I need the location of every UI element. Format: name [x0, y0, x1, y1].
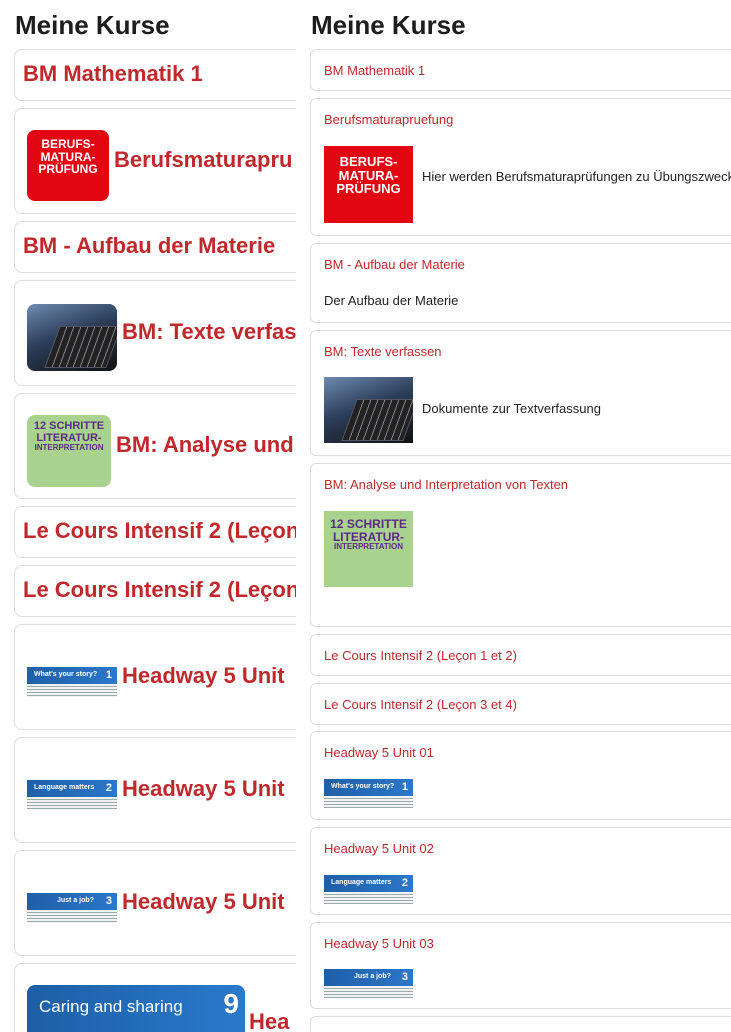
course-card[interactable]: Berufsmaturapruefung BERUFS- MATURA- PRÜ…	[310, 98, 731, 236]
course-title[interactable]: BM Mathematik 1	[324, 63, 425, 78]
course-card[interactable]: Le Cours Intensif 2 (Leçon 3 et 4)	[310, 683, 731, 725]
course-title[interactable]: Headway 5 Unit	[122, 889, 285, 915]
course-card[interactable]: Just a job? 3 Headway 5 Unit	[14, 850, 296, 956]
course-card[interactable]: Le Cours Intensif 2 (Leçon	[14, 506, 296, 558]
course-card[interactable]: BM - Aufbau der Materie	[14, 221, 296, 273]
course-overview-large: Meine Kurse BM Mathematik 1 BERUFS- MATU…	[0, 0, 296, 1032]
course-title[interactable]: BM: Analyse und	[116, 432, 294, 458]
course-title[interactable]: Headway 5 Unit 03	[324, 936, 434, 951]
course-description: Der Aufbau der Materie	[324, 293, 459, 308]
keyboard-image[interactable]	[27, 304, 117, 371]
course-description: Dokumente zur Textverfassung	[422, 401, 601, 416]
course-card[interactable]: Language matters 2 Headway 5 Unit	[14, 737, 296, 843]
headway-unit-3-image[interactable]: Just a job? 3	[324, 969, 413, 998]
literatur-image[interactable]: 12 SCHRITTE LITERATUR- INTERPRETATION	[27, 415, 111, 487]
course-card[interactable]: Headway 5 Unit 01 What's your story? 1	[310, 731, 731, 820]
course-title[interactable]: BM: Texte verfassen	[324, 344, 442, 359]
course-title[interactable]: BM - Aufbau der Materie	[23, 233, 275, 259]
course-overview-list: Meine Kurse BM Mathematik 1 Berufsmatura…	[296, 0, 731, 1032]
course-card[interactable]: Headway 5 Unit 03 Just a job? 3	[310, 922, 731, 1009]
course-card[interactable]: BM: Analyse und Interpretation von Texte…	[310, 463, 731, 627]
course-title[interactable]: BM: Analyse und Interpretation von Texte…	[324, 477, 568, 492]
course-card[interactable]: BM: Texte verfas	[14, 280, 296, 386]
headway-unit-2-image[interactable]: Language matters 2	[27, 780, 117, 810]
course-card[interactable]: 12 SCHRITTE LITERATUR- INTERPRETATION BM…	[14, 393, 296, 499]
course-title[interactable]: Le Cours Intensif 2 (Leçon 1 et 2)	[324, 648, 517, 663]
course-card[interactable]: BM Mathematik 1	[14, 49, 296, 101]
course-title[interactable]: BM: Texte verfas	[122, 319, 296, 345]
course-title[interactable]: Le Cours Intensif 2 (Leçon	[23, 518, 296, 544]
course-title[interactable]: Headway 5 Unit 02	[324, 841, 434, 856]
course-title[interactable]: Berufsmaturapru	[114, 147, 292, 173]
headway-unit-1-image[interactable]: What's your story? 1	[27, 667, 117, 697]
literatur-image[interactable]: 12 SCHRITTE LITERATUR- INTERPRETATION	[324, 511, 413, 587]
course-title[interactable]: Hea	[249, 1009, 289, 1032]
course-card[interactable]: BM Mathematik 1	[310, 49, 731, 91]
course-card[interactable]: Caring and sharing 9 Hea	[14, 963, 296, 1032]
course-title[interactable]: Berufsmaturapruefung	[324, 112, 453, 127]
headway-unit-2-image[interactable]: Language matters 2	[324, 875, 413, 904]
course-card[interactable]: BM: Texte verfassen Dokumente zur Textve…	[310, 330, 731, 456]
course-card[interactable]: Le Cours Intensif 2 (Leçon	[14, 565, 296, 617]
course-title[interactable]: Headway 5 Unit	[122, 663, 285, 689]
berufsmatura-image[interactable]: BERUFS- MATURA- PRÜFUNG	[324, 146, 413, 223]
course-title[interactable]: Headway 5 Unit	[122, 776, 285, 802]
course-title[interactable]: BM - Aufbau der Materie	[324, 257, 465, 272]
course-title[interactable]: Le Cours Intensif 2 (Leçon	[23, 577, 296, 603]
headway-unit-3-image[interactable]: Just a job? 3	[27, 893, 117, 923]
course-card[interactable]: What's your story? 1 Headway 5 Unit	[14, 624, 296, 730]
course-title[interactable]: Le Cours Intensif 2 (Leçon 3 et 4)	[324, 697, 517, 712]
course-card[interactable]: BM - Aufbau der Materie Der Aufbau der M…	[310, 243, 731, 323]
course-card[interactable]: BERUFS- MATURA- PRÜFUNG Berufsmaturapru	[14, 108, 296, 214]
course-title[interactable]: BM Mathematik 1	[23, 61, 203, 87]
course-card[interactable]	[310, 1016, 731, 1032]
headway-unit-1-image[interactable]: What's your story? 1	[324, 779, 413, 808]
course-card[interactable]: Le Cours Intensif 2 (Leçon 1 et 2)	[310, 634, 731, 676]
page-title: Meine Kurse	[311, 10, 466, 40]
course-card[interactable]: Headway 5 Unit 02 Language matters 2	[310, 827, 731, 915]
page-title: Meine Kurse	[15, 10, 170, 40]
berufsmatura-image[interactable]: BERUFS- MATURA- PRÜFUNG	[27, 130, 109, 201]
keyboard-image[interactable]	[324, 377, 413, 443]
headway-unit-9-image[interactable]: Caring and sharing 9	[27, 985, 245, 1032]
course-description: Hier werden Berufsmaturaprüfungen zu Übu…	[422, 169, 731, 184]
course-title[interactable]: Headway 5 Unit 01	[324, 745, 434, 760]
